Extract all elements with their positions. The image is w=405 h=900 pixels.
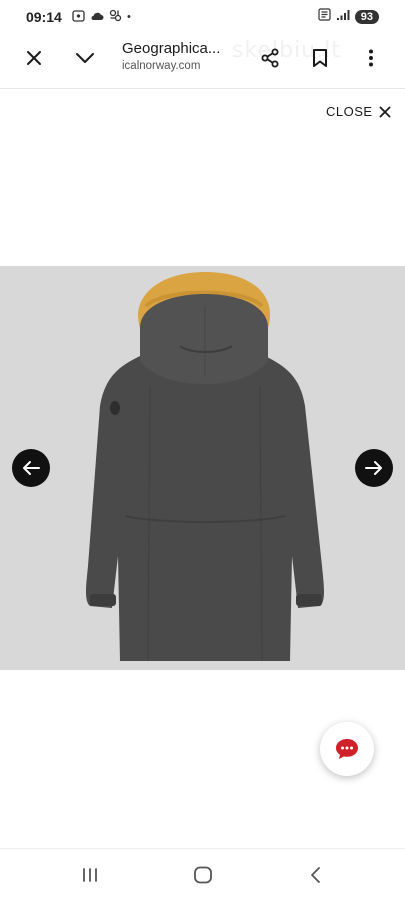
watermark: skelbiu.lt bbox=[232, 38, 341, 63]
more-vertical-icon bbox=[369, 49, 373, 67]
battery-level: 93 bbox=[354, 10, 379, 24]
jacket-image bbox=[0, 266, 405, 670]
product-image-viewer bbox=[0, 266, 405, 670]
close-icon bbox=[379, 106, 390, 117]
status-time: 09:14 bbox=[26, 9, 62, 25]
chat-icon bbox=[336, 739, 358, 759]
chat-button[interactable] bbox=[320, 722, 374, 776]
back-icon bbox=[311, 867, 320, 883]
custom-tab-toolbar: Geographica... icalnorway.com bbox=[0, 34, 405, 86]
close-icon bbox=[27, 51, 41, 65]
status-bar: 09:14 • 93 bbox=[0, 0, 405, 34]
signal-icon bbox=[336, 8, 350, 26]
page-info[interactable]: Geographica... icalnorway.com bbox=[122, 40, 242, 72]
next-image-button[interactable] bbox=[355, 449, 393, 487]
volte-icon bbox=[318, 8, 331, 26]
recents-button[interactable] bbox=[78, 863, 102, 887]
screenshot-icon bbox=[72, 9, 85, 25]
minimize-tab-button[interactable] bbox=[71, 44, 99, 72]
notification-dot: • bbox=[127, 11, 131, 23]
system-status-icons: 93 bbox=[318, 8, 379, 26]
back-button[interactable] bbox=[304, 863, 328, 887]
app-notification-icon bbox=[109, 9, 122, 25]
arrow-left-icon bbox=[23, 461, 40, 475]
close-label: CLOSE bbox=[326, 104, 373, 119]
page-url: icalnorway.com bbox=[122, 60, 201, 72]
cloud-icon bbox=[90, 11, 104, 24]
lightbox-close-button[interactable]: CLOSE bbox=[326, 104, 391, 119]
arrow-right-icon bbox=[365, 461, 382, 475]
page-title: Geographica... bbox=[122, 40, 221, 57]
system-navigation-bar bbox=[0, 849, 405, 900]
home-icon bbox=[194, 866, 212, 884]
previous-image-button[interactable] bbox=[12, 449, 50, 487]
home-button[interactable] bbox=[191, 863, 215, 887]
toolbar-divider bbox=[0, 88, 405, 89]
notification-icons: • bbox=[72, 9, 131, 25]
more-options-button[interactable] bbox=[357, 44, 385, 72]
chevron-down-icon bbox=[76, 53, 94, 63]
close-tab-button[interactable] bbox=[20, 44, 48, 72]
recents-icon bbox=[83, 868, 97, 882]
